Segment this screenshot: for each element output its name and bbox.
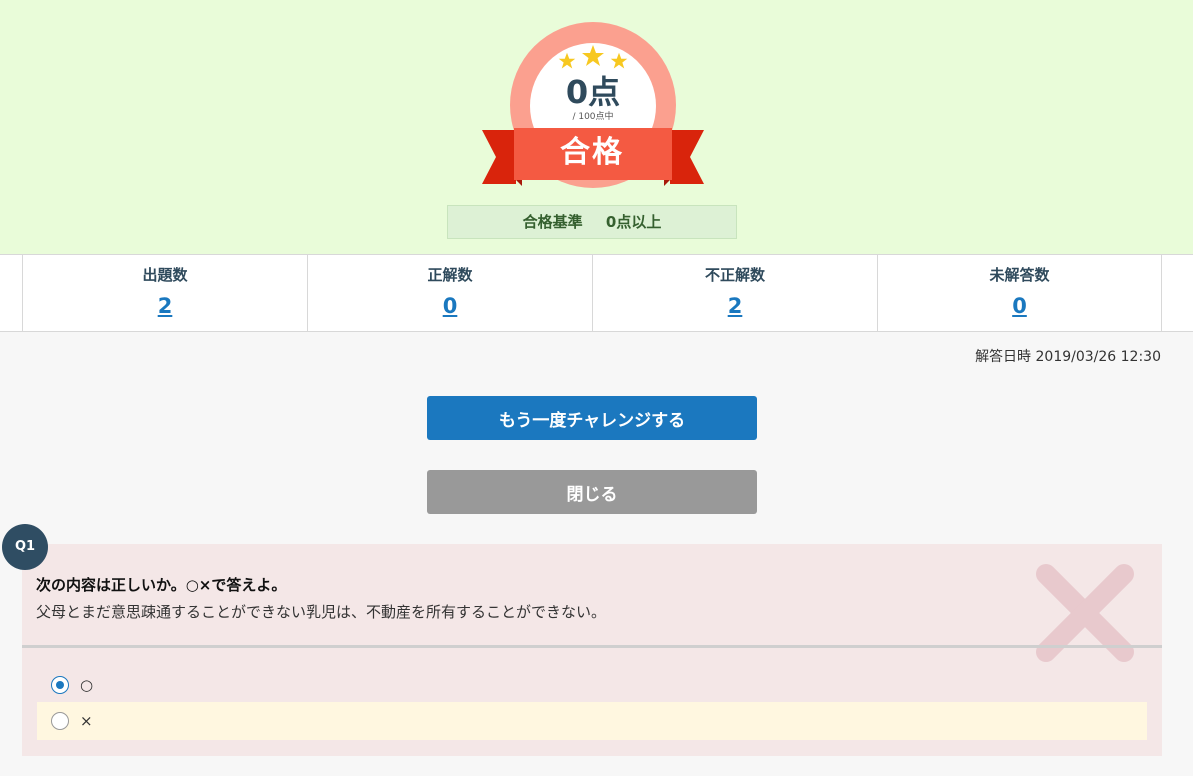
stat-label: 不正解数 xyxy=(704,266,765,284)
divider xyxy=(22,645,1162,648)
star-icon xyxy=(610,52,628,69)
stat-label: 出題数 xyxy=(142,266,188,284)
retry-button[interactable]: もう一度チャレンジする xyxy=(427,396,757,440)
stat-value-link[interactable]: 0 xyxy=(1012,293,1027,319)
star-icon xyxy=(558,52,576,69)
radio-button[interactable] xyxy=(51,712,69,730)
score-max: / 100点中 xyxy=(572,112,614,122)
stat-label: 正解数 xyxy=(427,266,473,284)
stat-correct: 正解数 0 xyxy=(307,255,592,331)
stat-value-link[interactable]: 2 xyxy=(158,293,173,319)
choice-option[interactable]: ○ xyxy=(37,666,1147,704)
question-card: 次の内容は正しいか。○×で答えよ。 父母とまだ意思疎通することができない乳児は、… xyxy=(22,544,1162,756)
choice-option-correct[interactable]: × xyxy=(37,702,1147,740)
radio-button-checked[interactable] xyxy=(51,676,69,694)
question-title: 次の内容は正しいか。○×で答えよ。 xyxy=(36,576,287,594)
stat-total-questions: 出題数 2 xyxy=(22,255,307,331)
wrong-x-icon xyxy=(1036,564,1134,662)
close-button[interactable]: 閉じる xyxy=(427,470,757,514)
star-icon xyxy=(582,45,604,66)
criteria-label: 合格基準 xyxy=(522,213,583,231)
stat-label: 未解答数 xyxy=(989,266,1050,284)
stat-value-link[interactable]: 2 xyxy=(728,293,743,319)
score-value: 0点 xyxy=(565,73,621,111)
pass-criteria: 合格基準 0点以上 xyxy=(447,205,737,239)
question-number-badge: Q1 xyxy=(2,524,48,570)
choice-label: ○ xyxy=(80,676,94,694)
stars-decoration xyxy=(556,43,630,73)
choice-label: × xyxy=(80,712,93,730)
stat-value-link[interactable]: 0 xyxy=(443,293,458,319)
stat-incorrect: 不正解数 2 xyxy=(592,255,877,331)
stat-unanswered: 未解答数 0 xyxy=(877,255,1162,331)
question-body: 父母とまだ意思疎通することができない乳児は、不動産を所有することができない。 xyxy=(36,603,607,621)
criteria-value: 0点以上 xyxy=(605,213,662,231)
answer-date: 解答日時 2019/03/26 12:30 xyxy=(975,349,1161,365)
result-header: 0点 / 100点中 合格 合格基準 0点以上 xyxy=(0,0,1193,254)
pass-status: 合格 xyxy=(560,135,624,170)
stats-row: 出題数 2 正解数 0 不正解数 2 未解答数 0 xyxy=(0,254,1193,332)
